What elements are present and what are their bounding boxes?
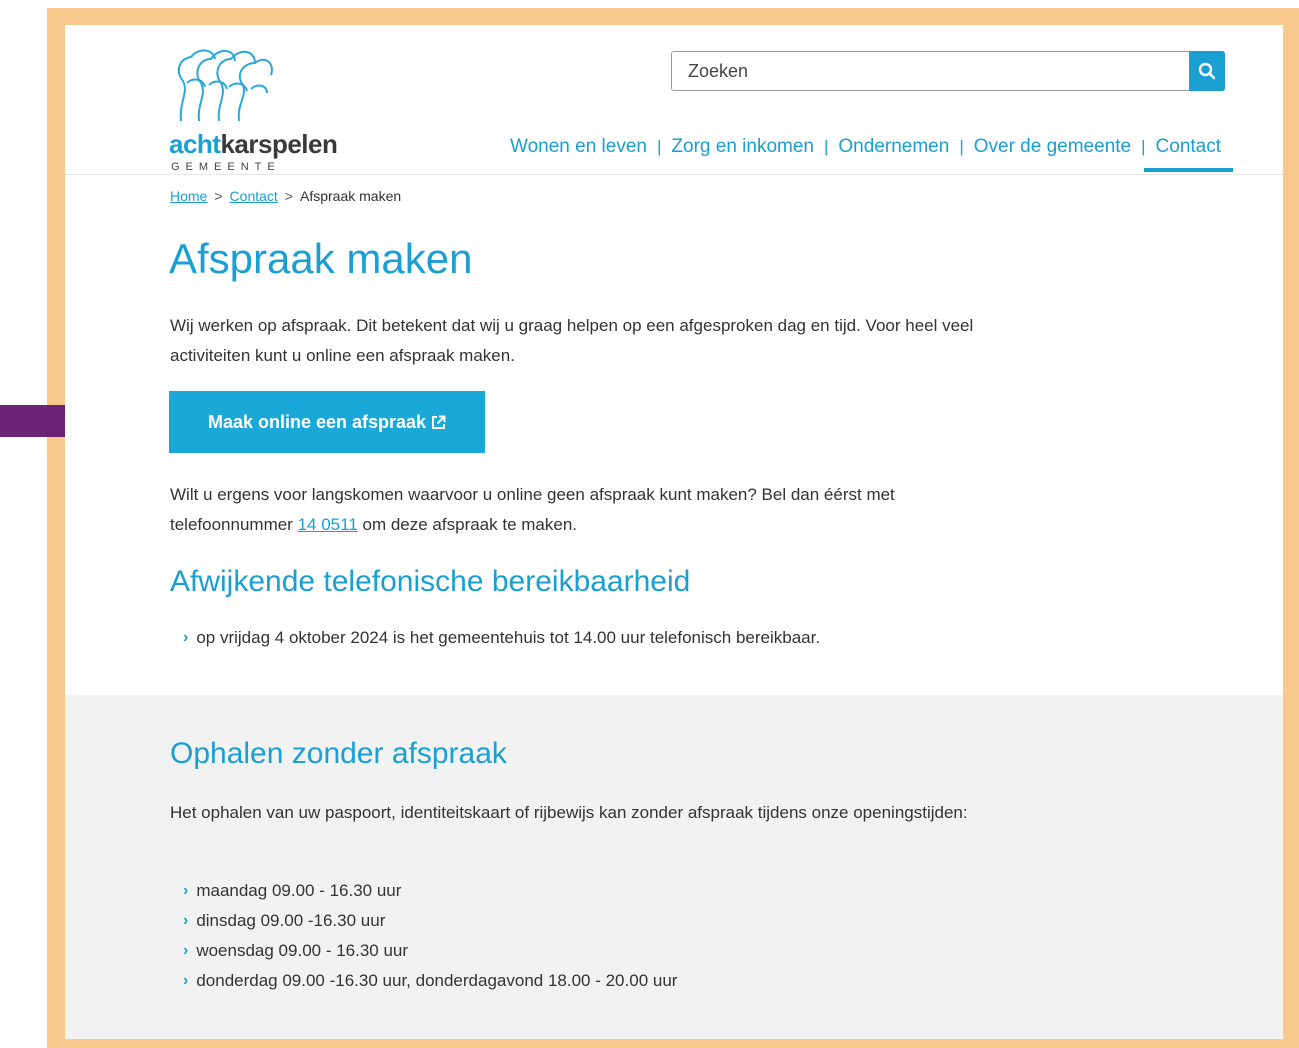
list-item: › donderdag 09.00 -16.30 uur, donderdagav…	[183, 966, 677, 996]
main-nav: Wonen en leven | Zorg en inkomen | Onder…	[508, 129, 1234, 172]
list-item-text: dinsdag 09.00 -16.30 uur	[196, 911, 386, 930]
logo-word-part2: karspelen	[220, 129, 338, 159]
logo-word-part1: acht	[169, 129, 221, 159]
nav-separator: |	[823, 137, 829, 156]
page-title: Afspraak maken	[169, 235, 473, 282]
list-item: › woensdag 09.00 - 16.30 uur	[183, 936, 677, 966]
nav-item-ondernemen[interactable]: Ondernemen	[836, 136, 951, 158]
breadcrumb-contact-link[interactable]: Contact	[230, 188, 278, 204]
section-title-pickup: Ophalen zonder afspraak	[170, 737, 507, 770]
opening-hours-list: › maandag 09.00 - 16.30 uur › dinsdag 09.0…	[183, 876, 677, 996]
search-icon	[1198, 62, 1216, 80]
nav-separator: |	[1141, 137, 1146, 156]
chevron-right-icon: ›	[183, 972, 189, 989]
list-item-text: op vrijdag 4 oktober 2024 is het gemeent…	[196, 628, 821, 647]
pickup-intro: Het ophalen van uw paspoort, identiteits…	[170, 803, 968, 822]
phone-text: Wilt u ergens voor langskomen waarvoor u…	[170, 480, 1000, 540]
search-button[interactable]	[1189, 51, 1225, 91]
list-item: › dinsdag 09.00 -16.30 uur	[183, 906, 677, 936]
list-item-text: woensdag 09.00 - 16.30 uur	[196, 941, 409, 960]
logo-trees-icon	[177, 49, 273, 122]
nav-item-zorg-en-inkomen[interactable]: Zorg en inkomen	[669, 136, 816, 158]
search-input[interactable]	[672, 52, 1190, 90]
list-item-text: donderdag 09.00 -16.30 uur, donderdagavo…	[196, 971, 678, 990]
breadcrumb-home-link[interactable]: Home	[170, 188, 207, 204]
breadcrumb-separator: >	[214, 188, 223, 204]
nav-item-over-de-gemeente[interactable]: Over de gemeente	[972, 136, 1133, 158]
list-item: › op vrijdag 4 oktober 2024 is het gemeen…	[183, 623, 820, 653]
chevron-right-icon: ›	[183, 882, 189, 899]
phone-availability-list: › op vrijdag 4 oktober 2024 is het gemeen…	[183, 623, 820, 653]
external-link-icon	[432, 415, 446, 429]
search-box	[671, 51, 1225, 91]
section-title-phone-availability: Afwijkende telefonische bereikbaarheid	[170, 565, 691, 598]
nav-separator: |	[656, 137, 662, 156]
cta-label: Maak online een afspraak	[207, 411, 427, 432]
breadcrumb-current: Afspraak maken	[299, 188, 402, 204]
nav-separator: |	[959, 137, 964, 156]
logo-wordmark: achtkarspelen	[169, 129, 338, 160]
intro-text: Wij werken op afspraak. Dit betekent dat…	[170, 316, 974, 365]
logo-subtitle: GEMEENTE	[171, 161, 281, 173]
nav-item-contact[interactable]: Contact	[1143, 136, 1234, 172]
page: achtkarspelen GEMEENTE Wonen en leven | …	[65, 25, 1283, 1039]
breadcrumb-separator: >	[284, 188, 293, 204]
pickup-section: Ophalen zonder afspraak Het ophalen van …	[65, 695, 1283, 1039]
phone-number-link[interactable]: 14 0511	[298, 515, 358, 534]
nav-item-wonen-en-leven[interactable]: Wonen en leven	[508, 136, 649, 158]
chevron-right-icon: ›	[183, 912, 189, 929]
chevron-right-icon: ›	[183, 942, 189, 959]
list-item-text: maandag 09.00 - 16.30 uur	[196, 881, 402, 900]
logo[interactable]: achtkarspelen GEMEENTE	[169, 41, 369, 173]
make-appointment-online-button[interactable]: Maak online een afspraak	[169, 391, 485, 453]
breadcrumb: Home > Contact > Afspraak maken	[170, 188, 401, 204]
phone-text-after: om deze afspraak te maken.	[357, 515, 578, 534]
site-header: achtkarspelen GEMEENTE Wonen en leven | …	[65, 25, 1283, 175]
chevron-right-icon: ›	[183, 629, 189, 646]
list-item: › maandag 09.00 - 16.30 uur	[183, 876, 677, 906]
